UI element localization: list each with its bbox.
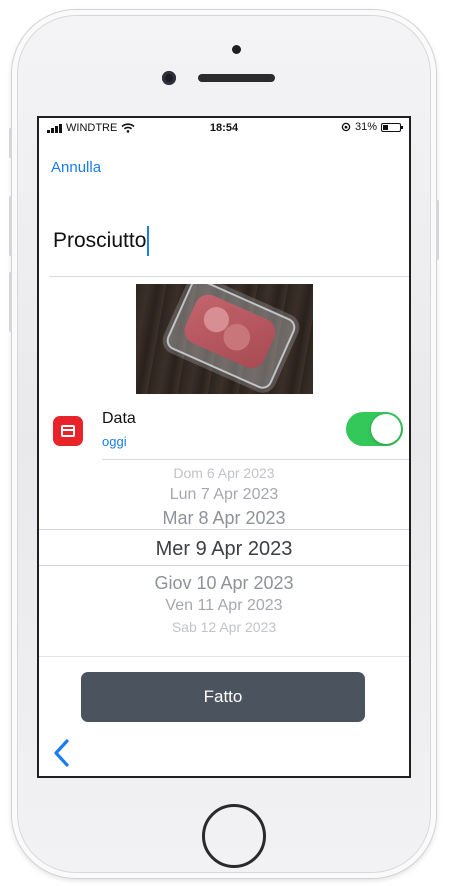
date-picker-wheel[interactable]: Dom 6 Apr 2023 Lun 7 Apr 2023 Mar 8 Apr … [39, 462, 409, 657]
battery-icon [381, 122, 403, 132]
done-button[interactable]: Fatto [81, 672, 365, 722]
picker-item[interactable]: Sab 12 Apr 2023 [39, 619, 409, 635]
package-tray [163, 284, 299, 392]
picker-item[interactable]: Giov 10 Apr 2023 [39, 573, 409, 594]
item-name-field[interactable]: Prosciutto [53, 226, 150, 256]
cancel-button[interactable]: Annulla [51, 159, 101, 176]
phone-screen: WINDTRE 18:54 31% Annulla Prosciutto Dat… [37, 116, 411, 778]
picker-item[interactable]: Mar 8 Apr 2023 [39, 508, 409, 529]
mute-switch [9, 128, 12, 158]
prosciutto-slices [180, 290, 280, 373]
divider [49, 276, 409, 277]
home-button[interactable] [202, 804, 266, 868]
product-photo[interactable] [136, 284, 313, 394]
power-button [436, 200, 439, 260]
divider [39, 656, 409, 657]
picker-item[interactable]: Ven 11 Apr 2023 [39, 597, 409, 615]
toggle-knob [371, 414, 401, 444]
picker-item-selected[interactable]: Mer 9 Apr 2023 [39, 538, 409, 561]
battery-percent: 31% [354, 121, 377, 133]
date-toggle[interactable] [346, 412, 403, 446]
picker-item[interactable]: Lun 7 Apr 2023 [39, 486, 409, 504]
date-label: Data [102, 410, 136, 427]
proximity-sensor [232, 45, 241, 54]
volume-down-button [9, 272, 12, 332]
front-camera [162, 71, 176, 85]
chevron-left-icon[interactable] [49, 736, 75, 770]
earpiece-speaker [198, 74, 275, 82]
item-name-value: Prosciutto [53, 229, 147, 252]
date-sublabel: oggi [102, 434, 127, 449]
volume-up-button [9, 196, 12, 256]
text-cursor [147, 226, 150, 256]
calendar-icon [53, 416, 83, 446]
picker-item[interactable]: Dom 6 Apr 2023 [39, 465, 409, 481]
calendar-glyph [61, 425, 75, 437]
orientation-lock-icon [341, 122, 351, 132]
divider [102, 459, 409, 460]
status-bar: WINDTRE 18:54 31% [39, 118, 409, 138]
